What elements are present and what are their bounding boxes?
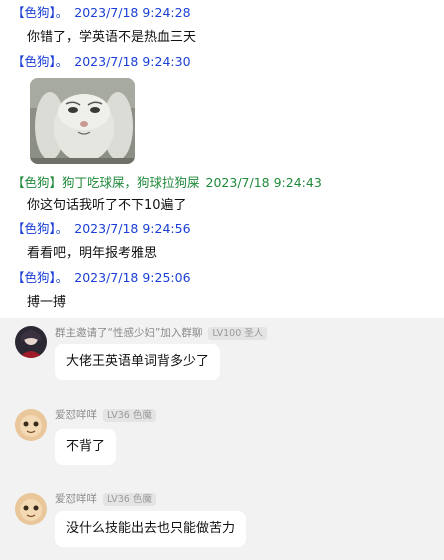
timestamp: 2023/7/18 9:24:43 [205,175,322,190]
chat-log: 【色狗】。 2023/7/18 9:24:28 你错了，学英语不是热血三天 【色狗… [0,0,444,318]
sender-name: 爱怼咩咩 [55,409,97,421]
message-header: 【色狗】狗丁吃球屎，狗球拉狗屎 2023/7/18 9:24:43 [12,175,322,191]
sender-name: 爱怼咩咩 [55,493,97,505]
timestamp: 2023/7/18 9:25:06 [74,270,191,285]
chat-bubble[interactable]: 大佬王英语单词背多少了 [55,344,221,380]
level-badge: LV36 色魔 [103,409,156,422]
chat-bubble[interactable]: 不背了 [55,429,117,465]
sender-tag: 【色狗】。 [12,5,69,20]
message-header: 【色狗】。 2023/7/18 9:25:06 [12,270,191,286]
avatar[interactable] [15,326,47,358]
message-text: 你这句话我听了不下10遍了 [27,198,187,213]
timestamp: 2023/7/18 9:24:28 [74,5,191,20]
rabbit-sticker-image[interactable] [30,78,135,164]
timestamp: 2023/7/18 9:24:56 [74,221,191,236]
group-chat-panel: 群主邀请了“性感少妇”加入群聊 LV100 圣人 大佬王英语单词背多少了 爱怼咩咩… [0,318,444,560]
sender-tag: 【色狗】。 [12,54,69,69]
message-text: 你错了，学英语不是热血三天 [27,30,197,45]
level-badge: LV36 色魔 [103,493,156,506]
message-text: 搏一搏 [27,295,67,310]
sender-meta: 群主邀请了“性感少妇”加入群聊 LV100 圣人 [55,325,268,341]
sender-tag: 【色狗】。 [12,221,69,236]
avatar[interactable] [15,493,47,525]
sender-meta: 爱怼咩咩 LV36 色魔 [55,407,156,423]
timestamp: 2023/7/18 9:24:30 [74,54,191,69]
sender-tag: 【色狗】狗丁吃球屎，狗球拉狗屎 [12,175,200,190]
sender-tag: 【色狗】。 [12,270,69,285]
chat-bubble[interactable]: 没什么技能出去也只能做苦力 [55,511,247,547]
sender-name: 群主邀请了“性感少妇”加入群聊 [55,327,203,339]
message-header: 【色狗】。 2023/7/18 9:24:30 [12,54,191,70]
message-header: 【色狗】。 2023/7/18 9:24:56 [12,221,191,237]
message-text: 看看吧，明年报考雅思 [27,246,158,261]
message-header: 【色狗】。 2023/7/18 9:24:28 [12,5,191,21]
level-badge: LV100 圣人 [208,327,268,340]
avatar[interactable] [15,409,47,441]
sender-meta: 爱怼咩咩 LV36 色魔 [55,491,156,507]
